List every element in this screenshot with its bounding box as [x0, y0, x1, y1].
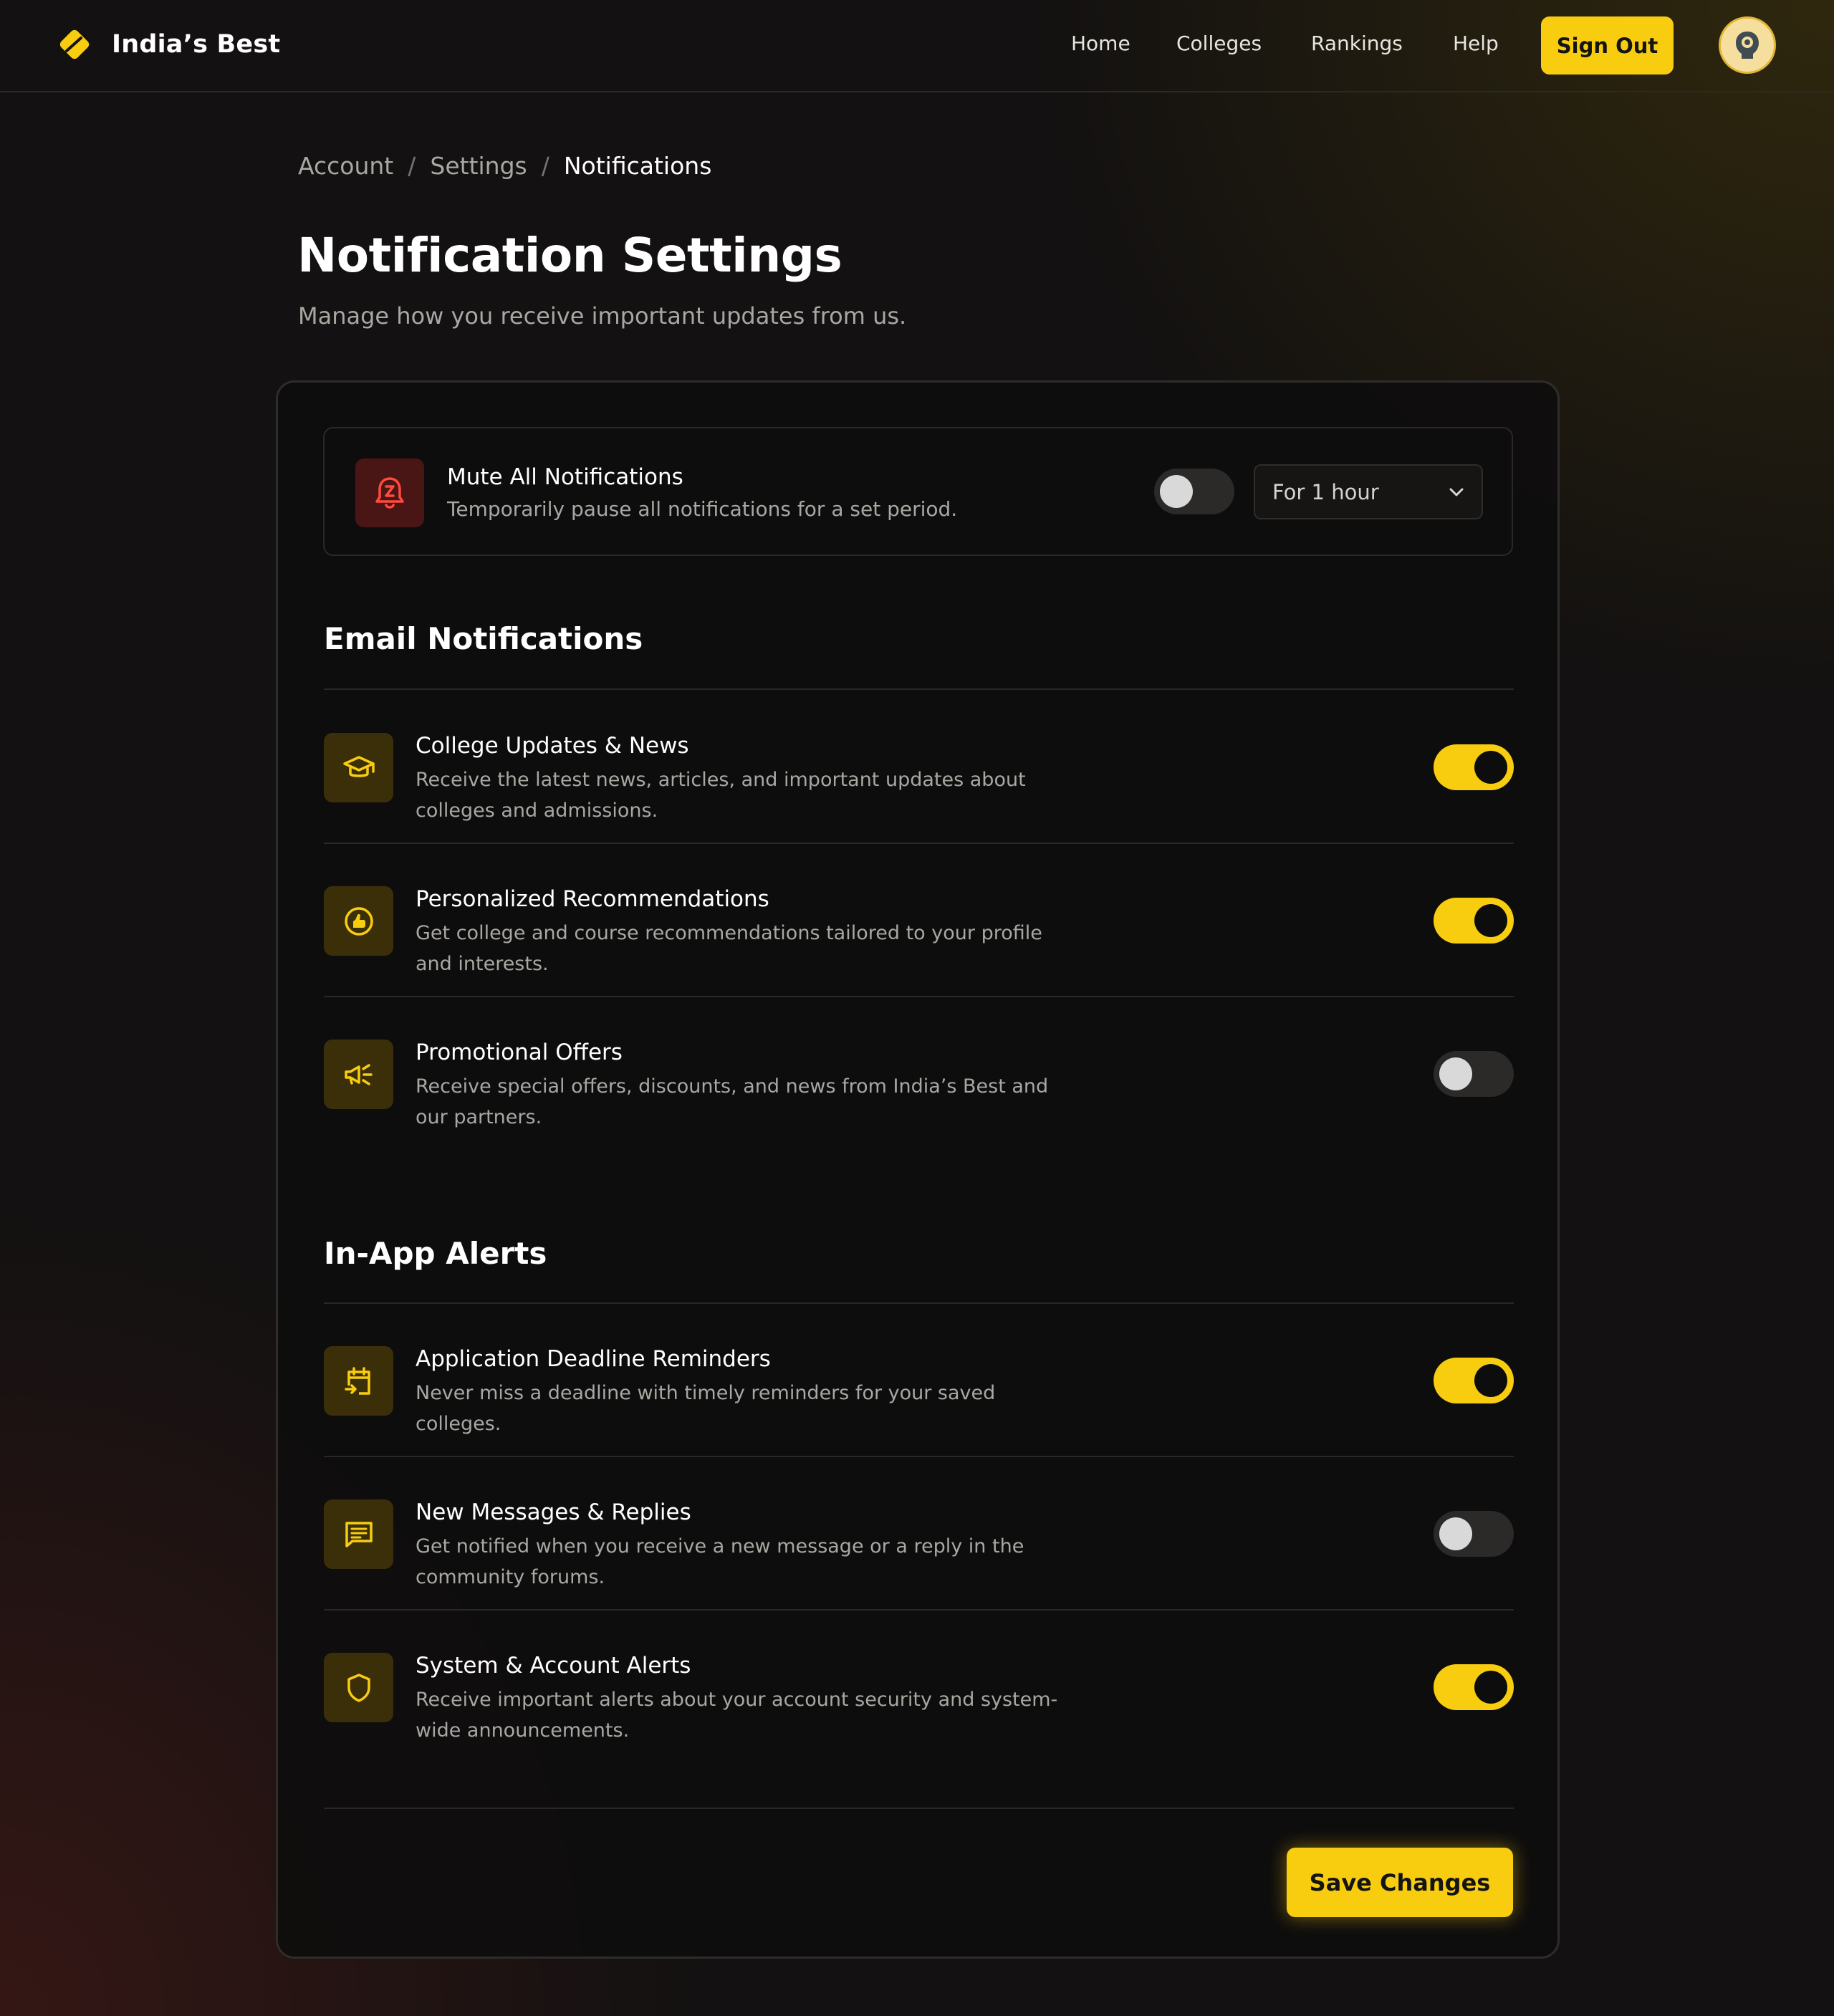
setting-icon-box: [324, 886, 393, 956]
sign-out-button[interactable]: Sign Out: [1541, 16, 1674, 75]
setting-description: Receive special offers, discounts, and n…: [416, 1075, 1049, 1128]
page-subtitle: Manage how you receive important updates…: [298, 302, 907, 330]
setting-title: New Messages & Replies: [416, 1499, 691, 1525]
mute-all-toggle[interactable]: [1154, 469, 1234, 514]
top-navbar: India’s Best Home Colleges Rankings Help…: [0, 0, 1834, 92]
setting-icon-box: [324, 733, 393, 802]
setting-description: Get notified when you receive a new mess…: [416, 1535, 1024, 1588]
setting-icon-box: [324, 1040, 393, 1109]
toggle-knob: [1474, 1364, 1507, 1397]
user-avatar-icon: [1736, 32, 1759, 59]
brand[interactable]: India’s Best: [57, 27, 280, 62]
brand-name: India’s Best: [112, 30, 281, 59]
system-alerts-toggle[interactable]: [1434, 1664, 1514, 1710]
calendar-deadline-icon: [344, 1366, 370, 1395]
setting-icon-box: [324, 1499, 393, 1569]
nav-home[interactable]: Home: [1071, 32, 1130, 55]
breadcrumb-separator: /: [408, 152, 416, 180]
mute-title: Mute All Notifications: [447, 464, 683, 490]
setting-row-recommendations: Personalized Recommendations Get college…: [324, 843, 1514, 997]
shield-icon: [347, 1673, 370, 1702]
thumbs-up-icon: [344, 906, 373, 936]
mute-description: Temporarily pause all notifications for …: [447, 497, 958, 521]
breadcrumb-separator: /: [541, 152, 549, 180]
message-icon: [345, 1521, 373, 1547]
nav-help[interactable]: Help: [1453, 32, 1499, 55]
messages-toggle[interactable]: [1434, 1511, 1514, 1557]
mute-duration-select[interactable]: For 1 hour: [1254, 464, 1483, 519]
setting-row-deadlines: Application Deadline Reminders Never mis…: [324, 1303, 1514, 1456]
section-title-in-app: In-App Alerts: [324, 1236, 547, 1271]
breadcrumb-account[interactable]: Account: [298, 152, 393, 180]
setting-description: Get college and course recommendations t…: [416, 922, 1042, 975]
breadcrumb-notifications: Notifications: [563, 152, 712, 180]
setting-description: Receive important alerts about your acco…: [416, 1689, 1058, 1742]
bell-snooze-icon: [375, 477, 404, 509]
megaphone-icon: [344, 1063, 373, 1085]
nav-rankings[interactable]: Rankings: [1311, 32, 1403, 55]
setting-title: System & Account Alerts: [416, 1653, 691, 1679]
setting-icon-box: [324, 1346, 393, 1416]
section-title-email: Email Notifications: [324, 621, 643, 656]
settings-card: Mute All Notifications Temporarily pause…: [276, 380, 1560, 1959]
college-updates-toggle[interactable]: [1434, 744, 1514, 790]
toggle-knob: [1439, 1517, 1472, 1550]
graduation-cap-icon: [342, 755, 375, 777]
toggle-knob: [1474, 904, 1507, 937]
diamond-logo-icon: [59, 29, 90, 59]
breadcrumb-settings[interactable]: Settings: [430, 152, 527, 180]
toggle-knob: [1474, 751, 1507, 784]
setting-title: College Updates & News: [416, 733, 689, 759]
setting-description: Receive the latest news, articles, and i…: [416, 769, 1026, 822]
breadcrumb: Account / Settings / Notifications: [298, 152, 711, 180]
promotional-offers-toggle[interactable]: [1434, 1051, 1514, 1097]
divider: [324, 1808, 1514, 1809]
avatar[interactable]: [1719, 16, 1776, 74]
setting-row-promotional: Promotional Offers Receive special offer…: [324, 997, 1514, 1150]
toggle-knob: [1439, 1057, 1472, 1090]
toggle-knob: [1160, 475, 1193, 508]
setting-row-college-updates: College Updates & News Receive the lates…: [324, 690, 1514, 843]
setting-title: Application Deadline Reminders: [416, 1346, 771, 1372]
deadline-reminders-toggle[interactable]: [1434, 1358, 1514, 1403]
mute-duration-value: For 1 hour: [1272, 479, 1379, 504]
chevron-down-icon: [1449, 488, 1464, 496]
setting-title: Promotional Offers: [416, 1040, 623, 1065]
nav-colleges[interactable]: Colleges: [1176, 32, 1262, 55]
toggle-knob: [1474, 1671, 1507, 1704]
setting-row-messages: New Messages & Replies Get notified when…: [324, 1456, 1514, 1610]
page-title: Notification Settings: [297, 228, 842, 283]
save-changes-button[interactable]: Save Changes: [1287, 1848, 1513, 1917]
setting-icon-box: [324, 1653, 393, 1722]
mute-all-panel: Mute All Notifications Temporarily pause…: [323, 427, 1513, 556]
mute-icon-box: [355, 459, 424, 527]
setting-description: Never miss a deadline with timely remind…: [416, 1382, 996, 1435]
setting-title: Personalized Recommendations: [416, 886, 769, 912]
recommendations-toggle[interactable]: [1434, 898, 1514, 944]
setting-row-system-alerts: System & Account Alerts Receive importan…: [324, 1610, 1514, 1763]
